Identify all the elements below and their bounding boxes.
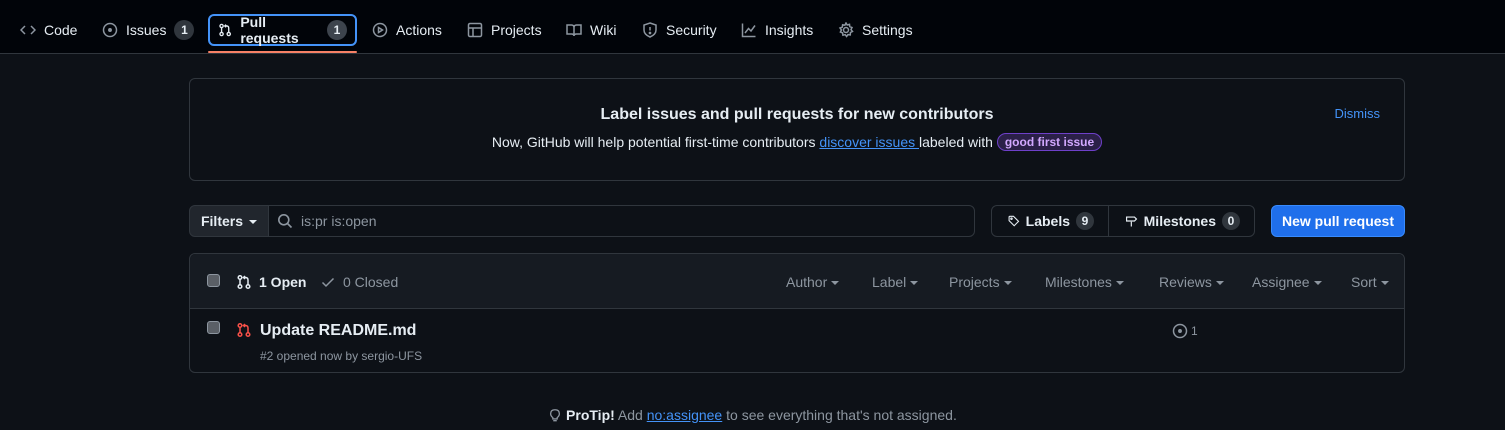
issue-opened-icon	[102, 22, 118, 38]
caret-down-icon	[1380, 281, 1389, 285]
linked-issues-link[interactable]: 1	[1172, 323, 1198, 339]
closed-filter-link[interactable]: 0 Closed	[320, 274, 398, 290]
tab-issues[interactable]: Issues 1	[94, 15, 202, 45]
check-icon	[321, 277, 335, 288]
tab-code-label: Code	[44, 22, 78, 38]
linked-issues-count: 1	[1191, 324, 1198, 338]
labels-count-badge: 9	[1076, 212, 1094, 230]
table-row: Update README.md #2 opened now by sergio…	[190, 309, 1404, 373]
protip-label: ProTip!	[566, 407, 615, 423]
banner-text-after: labeled with	[919, 134, 997, 150]
filters-dropdown-button[interactable]: Filters	[189, 205, 269, 237]
code-icon	[20, 25, 36, 35]
search-icon	[278, 214, 293, 229]
git-pull-request-icon	[237, 322, 251, 338]
tab-pull-requests[interactable]: Pull requests 1	[208, 14, 357, 46]
select-all-checkbox[interactable]	[207, 274, 220, 287]
list-header: 1 Open 0 Closed Author Label Projects Mi…	[190, 254, 1404, 309]
discover-issues-link[interactable]: discover issues	[819, 134, 919, 150]
assignee-filter[interactable]: Assignee	[1252, 274, 1322, 290]
labels-button[interactable]: Labels 9	[991, 205, 1109, 237]
book-icon	[566, 24, 582, 37]
pulls-count-badge: 1	[327, 20, 347, 40]
closed-count-label: 0 Closed	[343, 274, 399, 290]
new-pull-request-button[interactable]: New pull request	[1271, 205, 1405, 237]
assignee-filter-label: Assignee	[1252, 274, 1310, 290]
tab-settings[interactable]: Settings	[830, 15, 921, 45]
tab-settings-label: Settings	[862, 22, 913, 38]
milestones-filter[interactable]: Milestones	[1045, 274, 1124, 290]
label-filter-label: Label	[872, 274, 907, 290]
tab-actions[interactable]: Actions	[364, 15, 450, 45]
caret-down-icon	[249, 220, 257, 224]
tab-wiki[interactable]: Wiki	[558, 15, 624, 45]
tab-security-label: Security	[666, 22, 717, 38]
tab-security[interactable]: Security	[634, 15, 725, 45]
pull-request-title-link[interactable]: Update README.md	[260, 322, 416, 340]
tab-insights[interactable]: Insights	[733, 15, 821, 45]
tab-projects-label: Projects	[491, 22, 542, 38]
protip-after: to see everything that's not assigned.	[722, 407, 957, 423]
milestones-filter-label: Milestones	[1045, 274, 1112, 290]
label-filter[interactable]: Label	[872, 274, 919, 290]
milestones-count-badge: 0	[1222, 212, 1240, 230]
search-input[interactable]	[301, 213, 941, 229]
play-icon	[372, 22, 388, 38]
caret-down-icon	[1215, 281, 1224, 285]
dismiss-button[interactable]: Dismiss	[1335, 106, 1381, 121]
author-filter[interactable]: Author	[786, 274, 840, 290]
caret-down-icon	[1003, 281, 1012, 285]
first-contributors-banner: Label issues and pull requests for new c…	[189, 78, 1405, 181]
author-filter-label: Author	[786, 274, 828, 290]
caret-down-icon	[1115, 281, 1124, 285]
gear-icon	[838, 22, 854, 38]
open-count-label: 1 Open	[259, 274, 307, 290]
reviews-filter-label: Reviews	[1159, 274, 1212, 290]
open-filter-link[interactable]: 1 Open	[236, 274, 306, 290]
milestones-label: Milestones	[1143, 213, 1216, 229]
banner-text: Now, GitHub will help potential first-ti…	[190, 133, 1404, 151]
graph-icon	[741, 23, 756, 38]
tab-insights-label: Insights	[765, 22, 814, 38]
projects-filter-label: Projects	[949, 274, 1000, 290]
issue-opened-icon	[1172, 323, 1188, 339]
tab-pull-requests-label: Pull requests	[240, 14, 299, 46]
git-pull-request-icon	[237, 274, 251, 290]
selected-tab-underline	[208, 51, 357, 53]
tab-actions-label: Actions	[396, 22, 442, 38]
row-checkbox[interactable]	[207, 321, 220, 334]
caret-down-icon	[831, 281, 840, 285]
tab-wiki-label: Wiki	[590, 22, 617, 38]
projects-filter[interactable]: Projects	[949, 274, 1012, 290]
search-field[interactable]	[268, 205, 975, 237]
good-first-issue-label[interactable]: good first issue	[996, 133, 1103, 151]
caret-down-icon	[1313, 281, 1322, 285]
tab-projects[interactable]: Projects	[459, 15, 550, 45]
git-pull-request-icon	[219, 23, 232, 37]
protip: ProTip! Add no:assignee to see everythin…	[0, 407, 1505, 423]
reviews-filter[interactable]: Reviews	[1159, 274, 1224, 290]
protip-before: Add	[614, 407, 647, 423]
banner-title: Label issues and pull requests for new c…	[600, 106, 994, 123]
banner-text-before: Now, GitHub will help potential first-ti…	[491, 134, 820, 150]
caret-down-icon	[910, 281, 919, 285]
pull-request-meta: #2 opened now by sergio-UFS	[260, 349, 423, 363]
table-icon	[467, 22, 483, 38]
milestones-button[interactable]: Milestones 0	[1108, 205, 1255, 237]
tab-code[interactable]: Code	[12, 15, 85, 45]
repo-nav: Code Issues 1 Pull requests 1 Actions Pr…	[0, 0, 1505, 54]
labels-label: Labels	[1025, 213, 1070, 229]
milestone-icon	[1125, 216, 1138, 227]
filters-label: Filters	[200, 213, 243, 229]
shield-icon	[643, 22, 657, 38]
tab-issues-label: Issues	[126, 22, 167, 38]
light-bulb-icon	[550, 409, 561, 422]
sort-dropdown[interactable]: Sort	[1351, 274, 1389, 290]
pull-request-list: 1 Open 0 Closed Author Label Projects Mi…	[189, 253, 1405, 373]
tag-icon	[1008, 215, 1020, 227]
sort-label: Sort	[1351, 274, 1377, 290]
issues-count-badge: 1	[174, 20, 195, 40]
no-assignee-link[interactable]: no:assignee	[647, 407, 723, 423]
